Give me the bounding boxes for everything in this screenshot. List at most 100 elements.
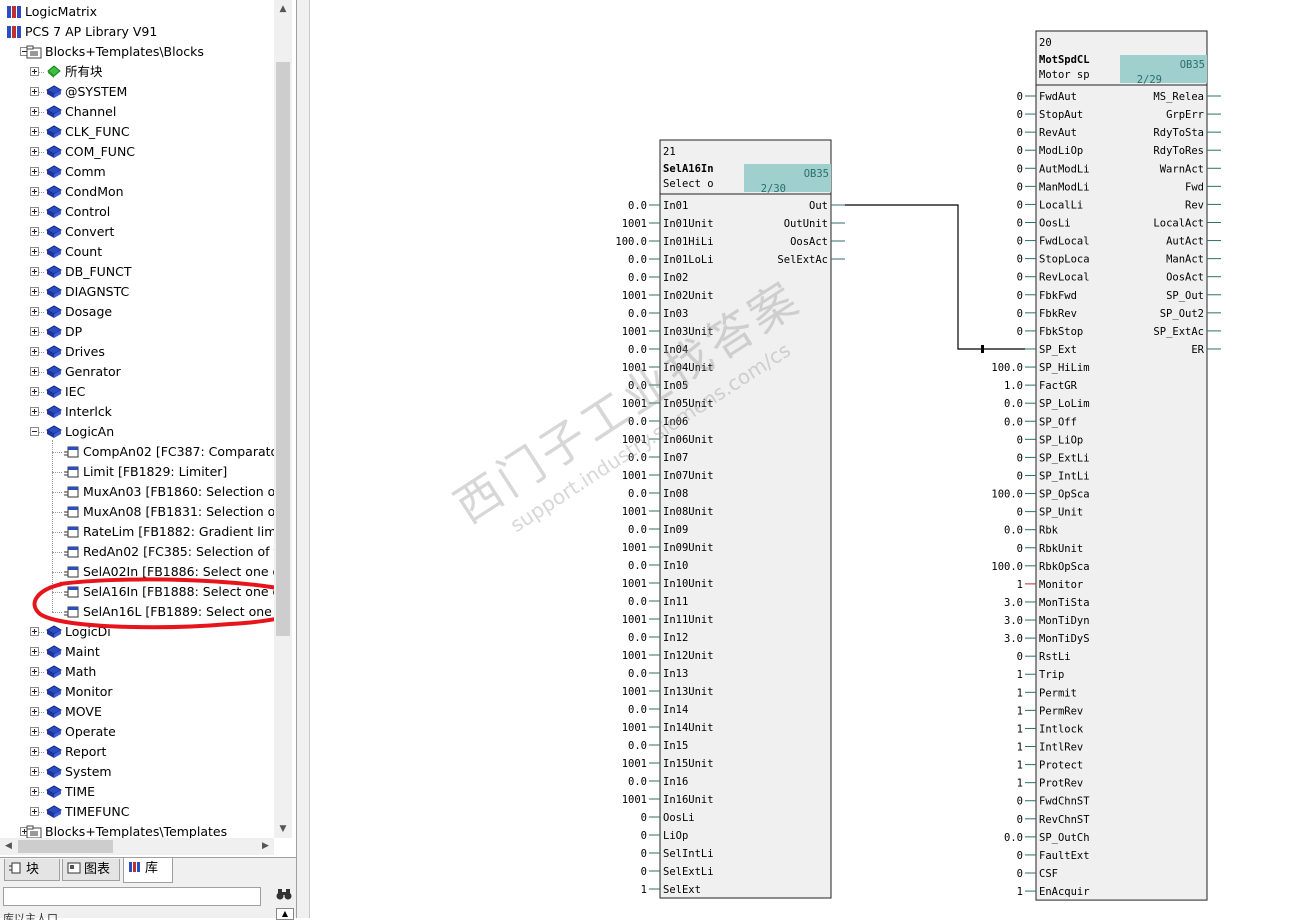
input-pin[interactable]: FbkFwd 0 [1017,290,1077,302]
input-pin[interactable]: In06Unit 1001 [622,434,714,446]
input-pin[interactable]: SP_IntLi 0 [1017,470,1090,482]
output-pin[interactable]: RdyToSta [1153,127,1221,139]
input-pin[interactable]: In02 0.0 [628,272,688,284]
input-pin[interactable]: In13Unit 1001 [622,686,714,698]
input-pin[interactable]: SP_LiOp 0 [1017,434,1084,446]
input-pin[interactable]: In06 0.0 [628,416,688,428]
input-pin[interactable]: AutModLi 0 [1017,163,1090,175]
output-pin[interactable]: SP_Out2 [1160,308,1221,320]
input-pin[interactable]: In01 0.0 [628,200,688,212]
input-pin[interactable]: OosLi 0 [1017,217,1071,229]
input-pin[interactable]: FwdAut 0 [1017,91,1077,103]
input-pin[interactable]: RevChnST 0 [1017,814,1091,826]
input-pin[interactable]: In05Unit 1001 [622,398,714,410]
cfc-chart-canvas[interactable]: 21 SelA16In Select o OB35 2/30 In01 0.0 In01Uni… [0,0,1296,918]
input-pin[interactable]: ManModLi 0 [1017,181,1090,193]
input-pin[interactable]: Permit 1 [1017,687,1077,699]
input-pin[interactable]: In07 0.0 [628,452,688,464]
input-pin[interactable]: StopAut 0 [1017,109,1084,121]
input-pin[interactable]: SP_OpSca 100.0 [991,489,1089,501]
input-pin[interactable]: In11Unit 1001 [622,614,714,626]
input-pin[interactable]: In02Unit 1001 [622,290,714,302]
input-pin[interactable]: RevAut 0 [1017,127,1077,139]
input-pin[interactable]: PermRev 1 [1017,705,1084,717]
input-pin[interactable]: In08 0.0 [628,488,688,500]
input-pin[interactable]: RevLocal 0 [1017,272,1090,284]
input-pin[interactable]: In13 0.0 [628,668,688,680]
input-pin[interactable]: MonTiSta 3.0 [1004,597,1090,609]
input-pin[interactable]: In03Unit 1001 [622,326,714,338]
input-pin[interactable]: MonTiDyS 3.0 [1004,633,1090,645]
input-pin[interactable]: Protect 1 [1017,760,1084,772]
input-pin[interactable]: EnAcquir 1 [1017,886,1090,898]
input-pin[interactable]: SP_ExtLi 0 [1017,452,1090,464]
output-pin[interactable]: AutAct [1166,236,1221,248]
input-pin[interactable]: In01Unit 1001 [622,218,714,230]
input-pin[interactable]: In15Unit 1001 [622,758,714,770]
input-pin[interactable]: In01LoLi 0.0 [628,254,714,266]
input-pin[interactable]: Intlock 1 [1017,723,1084,735]
input-pin[interactable]: RbkOpSca 100.0 [991,561,1089,573]
input-pin[interactable]: FwdLocal 0 [1017,236,1090,248]
input-pin[interactable]: In08Unit 1001 [622,506,714,518]
output-pin[interactable]: SP_Out [1166,290,1221,302]
input-pin[interactable]: ProtRev 1 [1017,778,1084,790]
input-pin[interactable]: SP_Ext [1025,344,1077,356]
output-pin[interactable]: WarnAct [1160,163,1221,175]
function-block-sela16in[interactable]: 21 SelA16In Select o OB35 2/30 In01 0.0 In01Uni… [615,139,845,899]
input-pin[interactable]: In03 0.0 [628,308,688,320]
input-pin[interactable]: In16Unit 1001 [622,794,714,806]
input-pin[interactable]: In16 0.0 [628,776,688,788]
output-pin[interactable]: OosAct [790,236,845,248]
output-pin[interactable]: Fwd [1185,181,1221,193]
input-pin[interactable]: In10Unit 1001 [622,578,714,590]
input-pin[interactable]: FbkRev 0 [1017,308,1077,320]
output-pin[interactable]: SelExtAc [777,254,845,266]
input-pin[interactable]: In11 0.0 [628,596,688,608]
input-pin[interactable]: Rbk 0.0 [1004,525,1059,537]
input-pin[interactable]: In15 0.0 [628,740,688,752]
input-pin[interactable]: FaultExt 0 [1017,850,1090,862]
input-pin[interactable]: In04Unit 1001 [622,362,714,374]
input-pin[interactable]: FactGR 1.0 [1004,380,1078,392]
input-pin[interactable]: FbkStop 0 [1017,326,1084,338]
input-pin[interactable]: SP_Unit 0 [1017,507,1084,519]
input-pin[interactable]: SelExt 1 [641,884,701,896]
input-pin[interactable]: In01HiLi 100.0 [615,236,713,248]
input-pin[interactable]: In10 0.0 [628,560,688,572]
input-pin[interactable]: IntlRev 1 [1017,742,1084,754]
output-pin[interactable]: ManAct [1166,254,1221,266]
input-pin[interactable]: In12 0.0 [628,632,688,644]
input-pin[interactable]: SP_OutCh 0.0 [1004,832,1090,844]
output-pin[interactable]: OutUnit [784,218,845,230]
input-pin[interactable]: In12Unit 1001 [622,650,714,662]
output-pin[interactable]: SP_ExtAc [1153,326,1221,338]
input-pin[interactable]: FwdChnST 0 [1017,796,1091,808]
input-pin[interactable]: StopLoca 0 [1017,254,1090,266]
function-block-motspdcl[interactable]: 20MotSpdCLMotor spOB352/29FwdAut0StopAut… [991,30,1221,901]
input-pin[interactable]: RbkUnit 0 [1017,543,1084,555]
input-pin[interactable]: In14Unit 1001 [622,722,714,734]
input-pin[interactable]: In05 0.0 [628,380,688,392]
input-pin[interactable]: SP_LoLim 0.0 [1004,398,1090,410]
input-pin[interactable]: SelExtLi 0 [641,866,714,878]
input-pin[interactable]: In07Unit 1001 [622,470,714,482]
input-pin[interactable]: LiOp 0 [641,830,689,842]
output-pin[interactable]: Rev [1185,199,1221,211]
output-pin[interactable]: RdyToRes [1153,145,1221,157]
input-pin[interactable]: SP_HiLim 100.0 [991,362,1089,374]
output-pin[interactable]: Out [809,200,845,212]
connection-out-to-sp-ext[interactable] [845,204,1025,350]
output-pin[interactable]: OosAct [1166,272,1221,284]
input-pin[interactable]: SP_Off 0.0 [1004,416,1077,428]
output-pin[interactable]: MS_Relea [1153,91,1221,103]
input-pin[interactable]: ModLiOp 0 [1017,145,1084,157]
input-pin[interactable]: Trip 1 [1017,669,1065,681]
input-pin[interactable]: Monitor 1 [1017,579,1084,591]
input-pin[interactable]: In04 0.0 [628,344,688,356]
input-pin[interactable]: In09Unit 1001 [622,542,714,554]
input-pin[interactable]: In14 0.0 [628,704,688,716]
input-pin[interactable]: In09 0.0 [628,524,688,536]
output-pin[interactable]: GrpErr [1166,109,1221,121]
input-pin[interactable]: LocalLi 0 [1017,199,1084,211]
